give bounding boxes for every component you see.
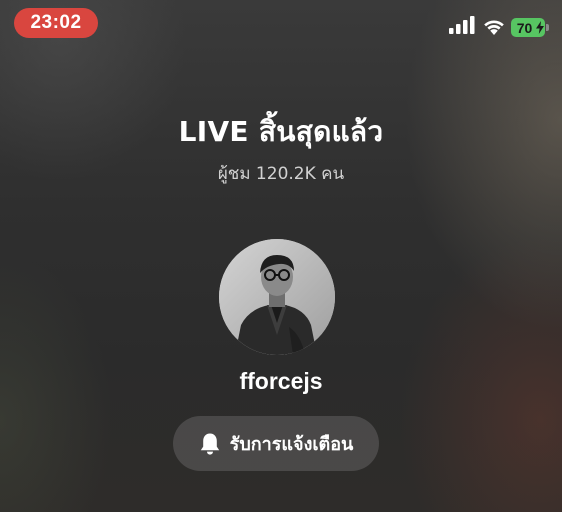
battery-indicator: 70 <box>511 18 545 37</box>
avatar[interactable] <box>219 239 335 355</box>
battery-charging-icon <box>536 21 544 34</box>
status-bar: 23:02 70 <box>0 0 562 50</box>
notify-button[interactable]: รับการแจ้งเตือน <box>173 416 379 471</box>
viewer-count: ผู้ชม 120.2K คน <box>217 164 345 184</box>
battery-level: 70 <box>516 19 533 36</box>
battery-cap <box>546 24 549 31</box>
username[interactable]: fforcejs <box>0 368 562 395</box>
time-indicator: 23:02 <box>14 8 98 38</box>
status-time: 23:02 <box>30 12 82 33</box>
notify-label: รับการแจ้งเตือน <box>229 434 354 455</box>
wifi-icon <box>484 20 504 35</box>
live-ended-title: LIVE สิ้นสุดแล้ว <box>178 115 384 148</box>
bell-icon <box>200 433 219 455</box>
cellular-signal-icon <box>449 16 475 34</box>
